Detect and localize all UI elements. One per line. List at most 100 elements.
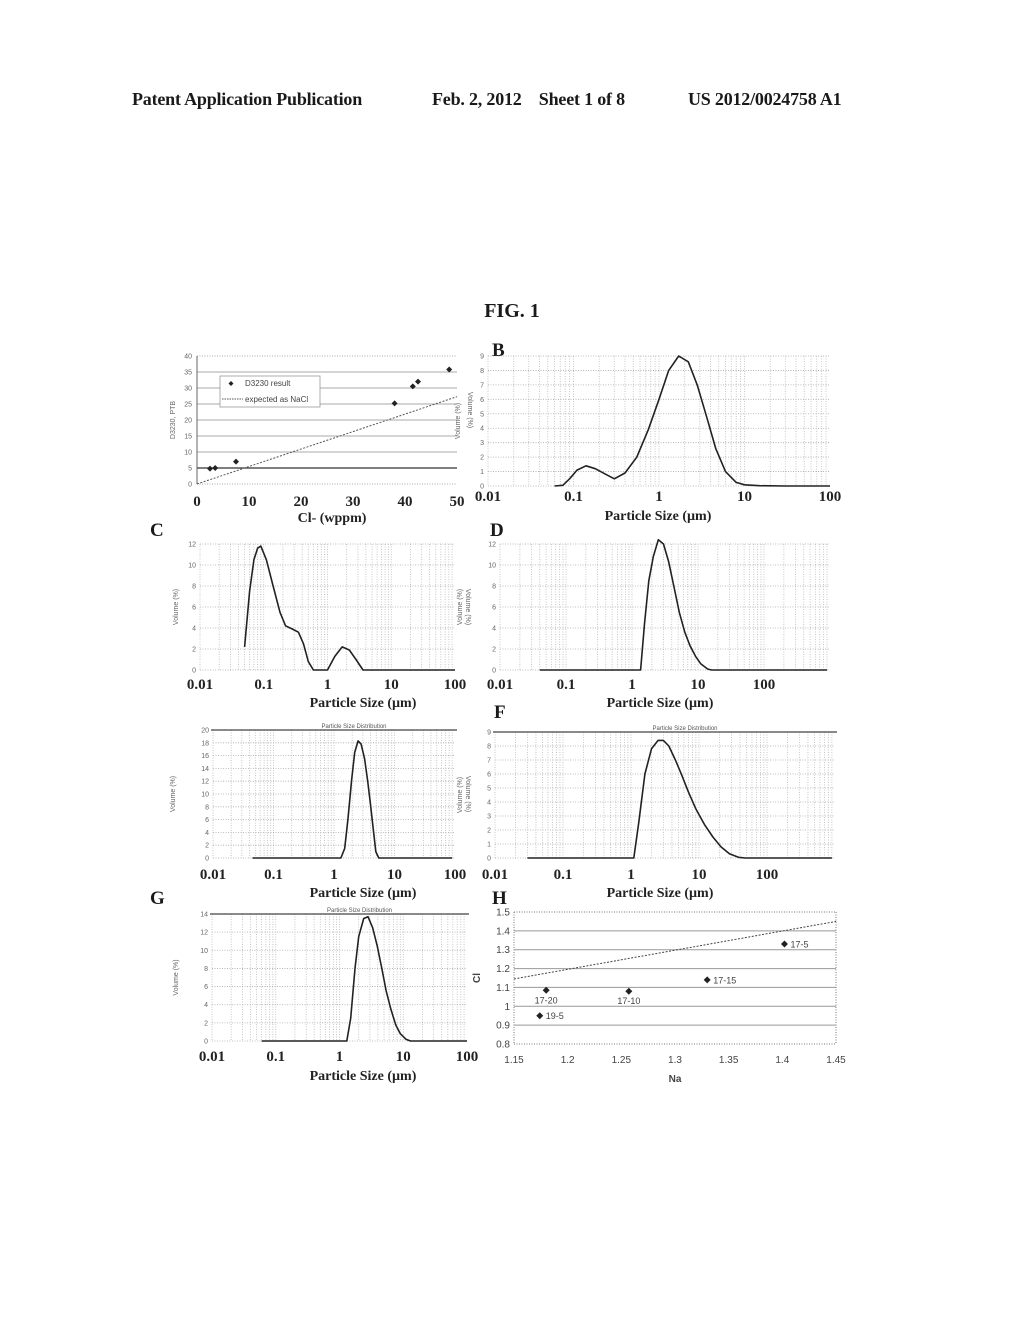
right-y-axis-label: Volume (%) <box>466 392 473 428</box>
x-tick-label: 100 <box>756 867 779 883</box>
y-tick-label: 8 <box>492 584 496 591</box>
y-tick-label: 10 <box>188 563 196 570</box>
x-tick-label: 0.1 <box>264 867 283 883</box>
y-tick-label: 30 <box>184 386 192 393</box>
y-tick-label: 7 <box>487 758 491 765</box>
y-tick-label: 3 <box>480 440 484 447</box>
y-tick-label: 0 <box>204 1039 208 1046</box>
chart-title: Particle Size Distribution <box>327 908 392 914</box>
x-tick-label: 1.3 <box>668 1055 682 1066</box>
y-tick-label: 18 <box>201 740 209 747</box>
y-tick-label: 6 <box>205 817 209 824</box>
chart-a-scatter: 0 5 10 15 20 25 30 35 40 0 10 20 30 40 50 Cl- (wppm) D32… <box>170 354 473 527</box>
y-tick-label: 1 <box>487 842 491 849</box>
data-point-label: 19-5 <box>546 1011 564 1021</box>
chart-root: 01234567890.01 0.1 1 10 100Particle Size (µm… <box>455 354 841 525</box>
data-point <box>207 465 213 472</box>
chart-root: 0 2 4 6 8 10 12 0.01 0.1 1 10 100 Particle Size (µm)… <box>173 542 471 712</box>
y-tick-label: 1 <box>504 1002 510 1013</box>
y-tick-label: 2 <box>487 828 491 835</box>
x-axis-label: Cl- (wppm) <box>298 511 367 526</box>
x-axis-label: Na <box>669 1074 682 1085</box>
data-point-label: 17-15 <box>713 975 736 985</box>
y-tick-label: 4 <box>487 800 491 807</box>
data-point <box>703 976 711 984</box>
chart-title: Particle Size Distribution <box>321 724 386 730</box>
x-tick-label: 0.1 <box>554 867 573 883</box>
y-tick-label: 10 <box>488 563 496 570</box>
y-tick-label: 7 <box>480 382 484 389</box>
y-tick-label: 4 <box>480 426 484 433</box>
x-tick-label: 1.15 <box>504 1055 524 1066</box>
chart-h-scatter: 0.8 0.9 1 1.1 1.2 1.3 1.4 1.5 1.15 1.2 1.25 1.3 1.35… <box>472 908 846 1086</box>
x-tick-label: 0.01 <box>482 867 508 883</box>
publication-date-sheet: Feb. 2, 2012 Sheet 1 of 8 <box>432 89 625 109</box>
series-line-volume <box>261 915 467 1042</box>
x-tick-label: 1 <box>627 867 635 883</box>
y-tick-label: 2 <box>492 647 496 654</box>
y-tick-label: 10 <box>200 948 208 955</box>
x-tick-label: 10 <box>737 489 752 505</box>
y-tick-label: 1.1 <box>496 983 510 994</box>
y-tick-label: 12 <box>200 930 208 937</box>
x-tick-label: 1.2 <box>561 1055 575 1066</box>
x-axis-label: Particle Size (µm) <box>310 696 417 711</box>
x-tick-label: 0.1 <box>564 489 583 505</box>
y-tick-label: 5 <box>487 786 491 793</box>
x-axis-label: Particle Size (µm) <box>607 886 714 901</box>
y-tick-label: 8 <box>205 804 209 811</box>
x-tick-label: 0.01 <box>475 489 501 505</box>
y-tick-label: 8 <box>480 368 484 375</box>
legend-label-points: D3230 result <box>245 379 291 388</box>
y-axis-label: Volume (%) <box>170 776 177 812</box>
y-axis-label: Cl <box>472 973 483 983</box>
x-tick-label: 1.35 <box>719 1055 739 1066</box>
y-tick-label: 16 <box>201 753 209 760</box>
y-tick-label: 2 <box>192 647 196 654</box>
data-point <box>415 378 421 385</box>
x-tick-label: 1.25 <box>612 1055 632 1066</box>
chart-root: 0 2 4 6 8 10 12 14 16 18 20 Particle Size Distribut… <box>170 724 471 901</box>
y-tick-label: 6 <box>487 772 491 779</box>
chart-b-particle-size: 01234567890.01 0.1 1 10 100Particle Size (µm… <box>455 354 841 525</box>
y-tick-label: 2 <box>204 1020 208 1027</box>
y-tick-label: 15 <box>184 434 192 441</box>
y-tick-label: 0.9 <box>496 1021 510 1032</box>
x-tick-label: 0.1 <box>266 1049 285 1065</box>
x-tick-label: 0 <box>193 494 201 510</box>
x-tick-label: 1 <box>336 1049 344 1065</box>
legend-label-line: expected as NaCl <box>245 395 308 404</box>
x-tick-label: 1 <box>655 489 663 505</box>
x-axis-label: Particle Size (µm) <box>310 1069 417 1084</box>
y-tick-label: 3 <box>487 814 491 821</box>
x-tick-label: 1 <box>628 677 636 693</box>
y-tick-label: 10 <box>201 792 209 799</box>
y-tick-label: 0 <box>492 668 496 675</box>
y-tick-label: 4 <box>204 1002 208 1009</box>
y-tick-label: 5 <box>188 466 192 473</box>
y-tick-label: 40 <box>184 354 192 361</box>
y-axis-label: D3230, PTB <box>170 401 177 439</box>
y-tick-label: 8 <box>192 584 196 591</box>
y-tick-label: 0 <box>188 482 192 489</box>
data-point-label: 17-5 <box>790 940 808 950</box>
data-point <box>212 465 219 471</box>
data-point <box>391 400 398 407</box>
y-tick-label: 12 <box>201 779 209 786</box>
y-tick-label: 4 <box>492 626 496 633</box>
x-tick-label: 1.45 <box>826 1055 846 1066</box>
y-tick-label: 0 <box>487 856 491 863</box>
y-tick-label: 0.8 <box>496 1040 510 1051</box>
x-tick-label: 0.01 <box>200 867 226 883</box>
y-axis-label: Volume (%) <box>173 589 180 625</box>
x-tick-label: 1 <box>324 677 332 693</box>
y-tick-label: 12 <box>188 542 196 549</box>
x-axis-label: Particle Size (µm) <box>310 886 417 901</box>
x-tick-label: 10 <box>384 677 399 693</box>
chart-root: 0 2 4 6 8 10 12 0.01 0.1 1 10 100 Particle Size (µm)… <box>457 538 830 711</box>
y-axis-label: Volume (%) <box>457 589 464 625</box>
figure-title: FIG. 1 <box>484 300 540 322</box>
chart-f-particle-size: 0 1 2 3 4 5 6 7 8 9 Particle Size Distribution 0.01… <box>457 726 837 901</box>
chart-g-particle-size: 0 2 4 6 8 10 12 14 Particle Size Distribution 0.0… <box>173 908 478 1084</box>
series-line-volume <box>527 739 832 859</box>
